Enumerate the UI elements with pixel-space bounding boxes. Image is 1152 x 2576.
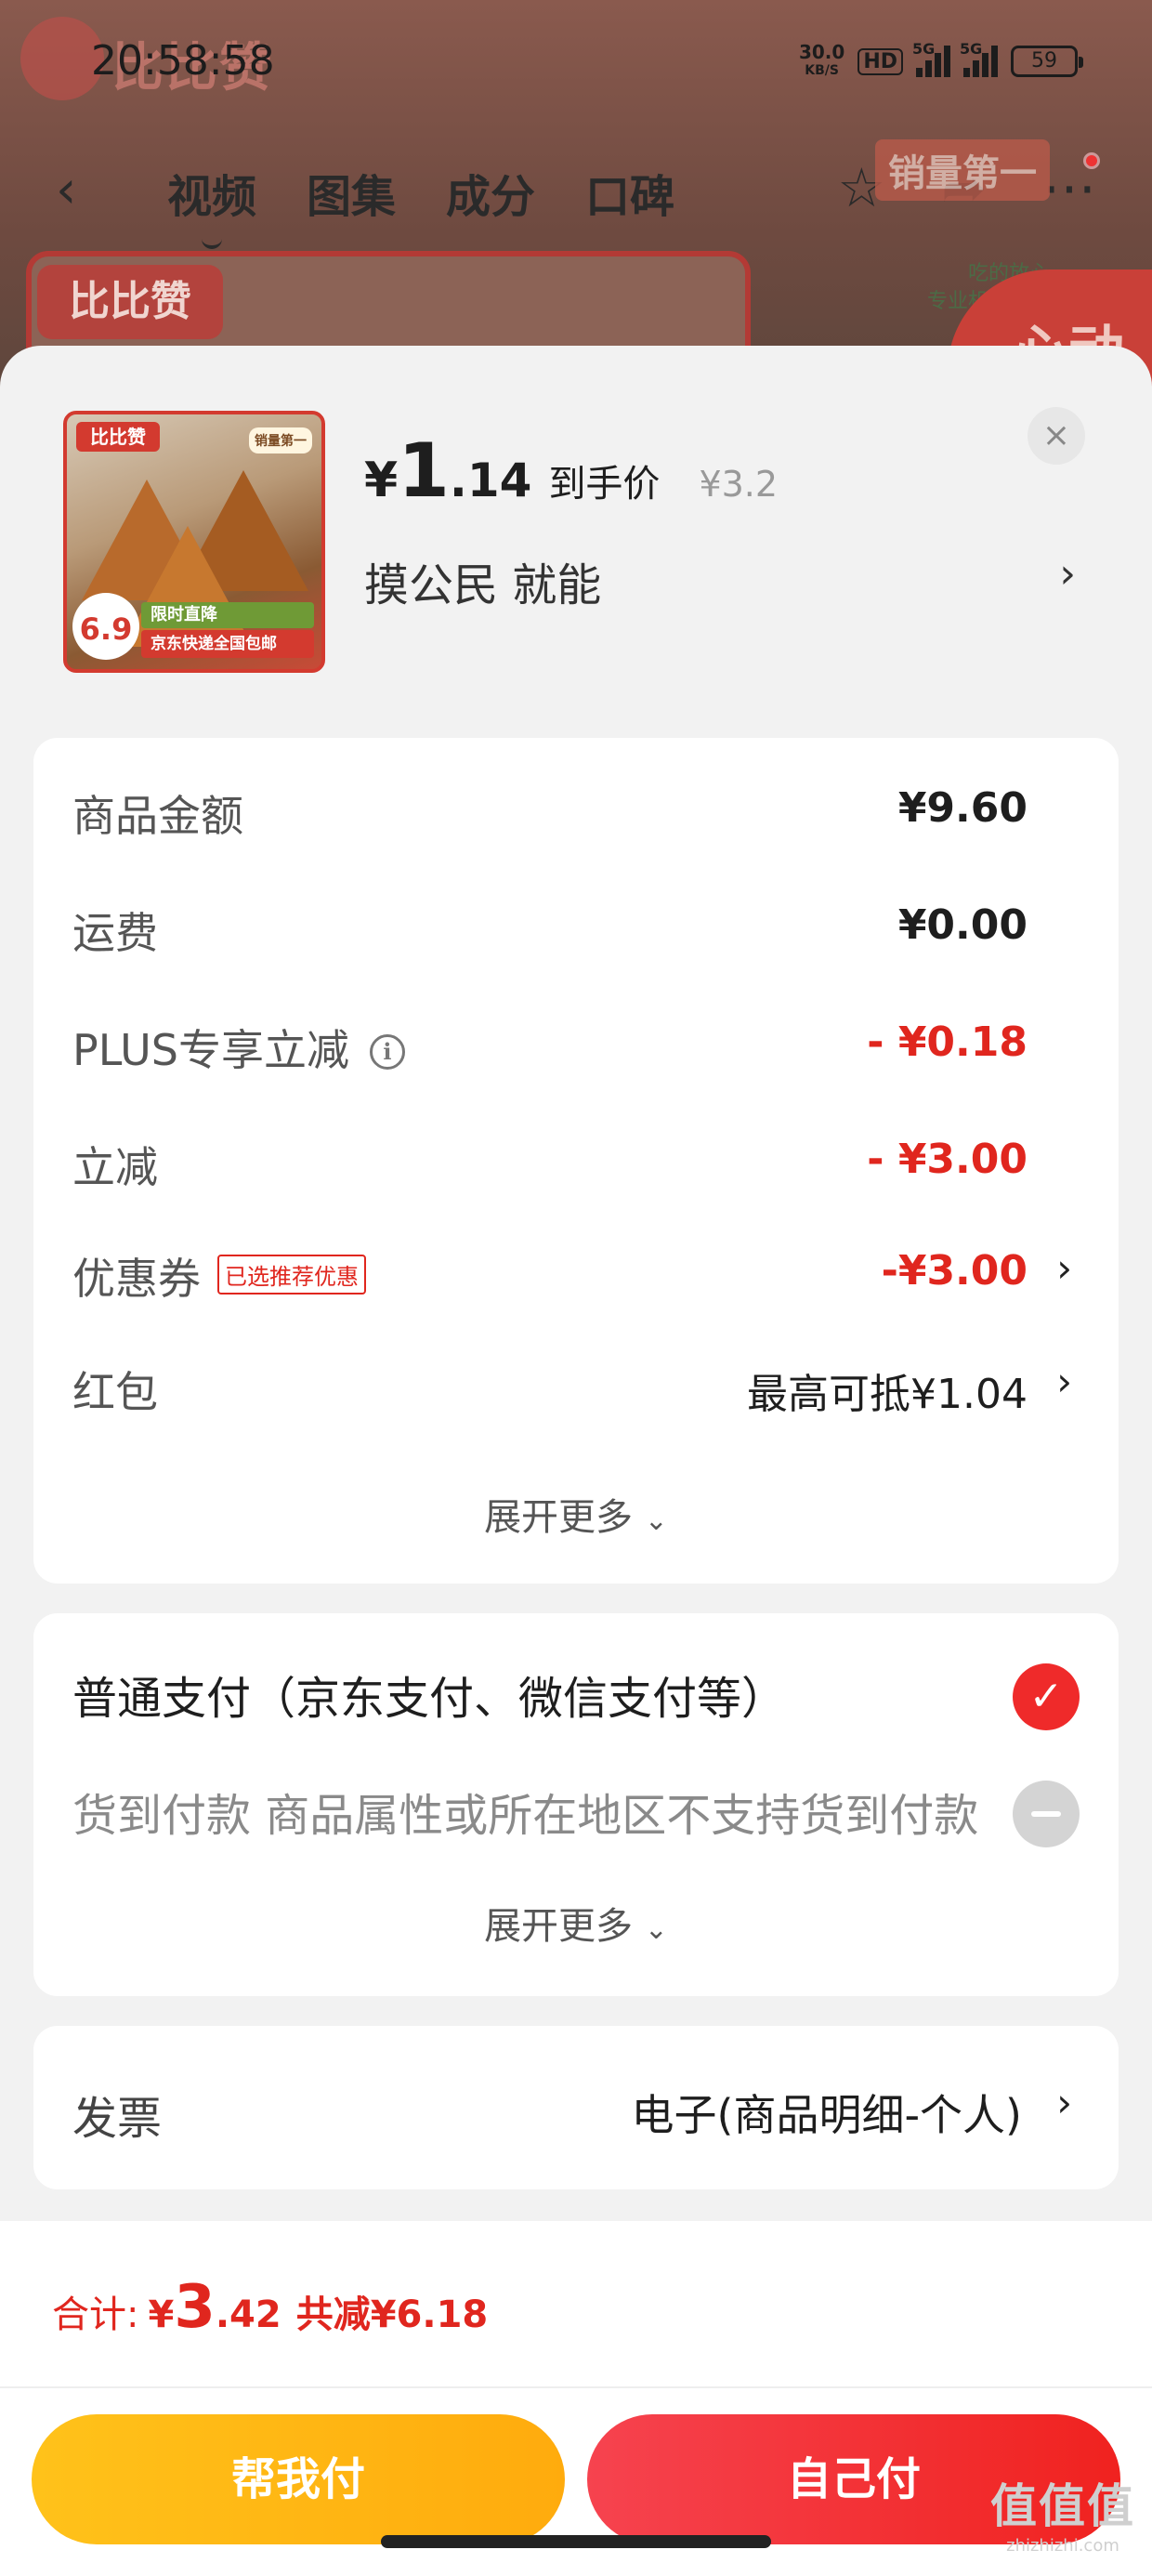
background-page: 比比赞 20:58:58 30.0 KB/S HD 5G 5G 59 ‹ 视频 …: [0, 0, 1152, 418]
row-value: -¥3.00: [881, 1247, 1028, 1295]
chevron-right-icon[interactable]: ›: [1059, 550, 1076, 598]
home-indicator[interactable]: [381, 2535, 771, 2548]
help-pay-button[interactable]: 帮我付: [32, 2414, 565, 2544]
zongzi-shape: [123, 526, 253, 647]
row-value: ¥0.00: [897, 901, 1028, 949]
payment-method-card: 普通支付（京东支付、微信支付等） ✓ 货到付款 商品属性或所在地区不支持货到付款…: [33, 1613, 1119, 1996]
expand-more-button[interactable]: 展开更多 ⌄: [33, 1896, 1119, 1950]
invoice-value: 电子(商品明细-个人): [631, 2090, 1023, 2140]
thumb-band: 限时直降: [141, 602, 314, 628]
info-icon[interactable]: i: [369, 1034, 405, 1070]
status-time: 20:58:58: [91, 37, 275, 85]
tab-gallery[interactable]: 图集: [307, 160, 396, 225]
row-instant-discount: 立减 - ¥3.00: [33, 1123, 1119, 1197]
price-currency: ¥: [364, 453, 399, 508]
price-decimal: .14: [449, 453, 532, 507]
sales-badge: 销量第一: [875, 139, 1050, 201]
total-currency: ¥: [148, 2293, 175, 2336]
payment-option-cod: 货到付款 商品属性或所在地区不支持货到付款: [33, 1764, 1119, 1847]
row-label: 运费: [72, 908, 158, 958]
coupon-tag: 已选推荐优惠: [217, 1255, 366, 1295]
network-speed: 30.0 KB/S: [799, 43, 844, 80]
notification-dot: [1083, 152, 1100, 169]
watermark-sub: zhizhizhi.com: [1006, 2536, 1119, 2556]
network-speed-unit: KB/S: [805, 63, 839, 78]
row-shipping: 运费 ¥0.00: [33, 888, 1119, 963]
signal-icon-2: 5G: [960, 40, 998, 77]
row-coupon[interactable]: 优惠券 已选推荐优惠 -¥3.00 ›: [33, 1234, 1119, 1308]
row-label-text: 优惠券: [72, 1254, 201, 1304]
invoice-card[interactable]: 发票 电子(商品明细-个人) ›: [33, 2026, 1119, 2189]
hd-icon: HD: [857, 47, 903, 75]
tab-ingredients[interactable]: 成分: [446, 160, 535, 225]
chevron-right-icon[interactable]: ›: [1056, 1245, 1072, 1291]
thumb-logo: 比比赞: [76, 422, 160, 452]
expand-more-button[interactable]: 展开更多 ⌄: [33, 1487, 1119, 1541]
row-value: 最高可抵¥1.04: [747, 1371, 1028, 1418]
total-amount: 合计: ¥ 3 .42 共减¥6.18: [52, 2273, 488, 2342]
row-value: - ¥0.18: [867, 1019, 1028, 1066]
tab-reviews[interactable]: 口碑: [585, 160, 674, 225]
payment-option-label: 货到付款 商品属性或所在地区不支持货到付款: [72, 1790, 979, 1842]
invoice-label: 发票: [72, 2093, 163, 2145]
checkout-footer: 合计: ¥ 3 .42 共减¥6.18 帮我付 自己付: [0, 2221, 1152, 2576]
signal-label: 5G: [912, 40, 936, 58]
total-label: 合计:: [52, 2293, 139, 2336]
product-spec[interactable]: 摸公民 就能: [364, 548, 601, 613]
product-header: 比比赞 销量第一 限时直降 京东快递全国包邮 6.9 ¥ 1 .14 到手价 ¥…: [0, 346, 1152, 736]
row-label: 优惠券 已选推荐优惠: [72, 1245, 366, 1307]
payment-option-normal[interactable]: 普通支付（京东支付、微信支付等） ✓: [33, 1647, 1119, 1730]
final-price: ¥ 1 .14 到手价 ¥3.2: [364, 427, 778, 514]
total-integer: 3: [174, 2273, 216, 2342]
background-card-logo: 比比赞: [37, 265, 223, 339]
row-label-text: PLUS专享立减: [72, 1025, 349, 1075]
thumb-band2: 京东快递全国包邮: [141, 630, 314, 658]
battery-icon: 59: [1011, 46, 1083, 77]
row-goods-amount: 商品金额 ¥9.60: [33, 771, 1119, 846]
amount-card: 商品金额 ¥9.60 运费 ¥0.00 PLUS专享立减 i - ¥0.18 立减…: [33, 738, 1119, 1584]
product-image: 比比赞 销量第一 限时直降 京东快递全国包邮 6.9: [63, 411, 325, 673]
chevron-down-icon: ⌄: [644, 1913, 668, 1946]
disabled-icon: [1013, 1781, 1080, 1847]
chevron-right-icon[interactable]: ›: [1056, 2080, 1072, 2125]
back-icon[interactable]: ‹: [56, 160, 76, 220]
close-button[interactable]: ×: [1028, 407, 1085, 465]
price-tag: 到手价: [548, 463, 661, 506]
row-value: - ¥3.00: [867, 1136, 1028, 1183]
watermark-main: 值值值: [990, 2479, 1135, 2533]
row-label: 立减: [72, 1142, 158, 1192]
row-plus-discount: PLUS专享立减 i - ¥0.18: [33, 1005, 1119, 1080]
expand-label: 展开更多: [484, 1496, 634, 1539]
thumb-rank: 销量第一: [249, 427, 312, 453]
row-value: ¥9.60: [897, 784, 1028, 832]
row-label: 红包: [72, 1367, 158, 1417]
original-price: ¥3.2: [699, 464, 779, 505]
status-icons: 30.0 KB/S HD 5G 5G 59: [799, 40, 1083, 80]
tab-video[interactable]: 视频: [167, 160, 256, 249]
chevron-right-icon[interactable]: ›: [1056, 1359, 1072, 1404]
watermark: 值值值 zhizhizhi.com: [990, 2469, 1135, 2556]
row-red-packet[interactable]: 红包 最高可抵¥1.04 ›: [33, 1347, 1119, 1422]
expand-label: 展开更多: [484, 1905, 634, 1948]
status-bar: 20:58:58 30.0 KB/S HD 5G 5G 59: [0, 37, 1152, 102]
row-label: PLUS专享立减 i: [72, 1017, 405, 1078]
total-decimal: .42: [215, 2293, 281, 2336]
payment-sheet: 比比赞 销量第一 限时直降 京东快递全国包邮 6.9 ¥ 1 .14 到手价 ¥…: [0, 346, 1152, 2576]
total-saved: 共减¥6.18: [295, 2293, 489, 2336]
checkmark-icon[interactable]: ✓: [1013, 1663, 1080, 1730]
signal-label-2: 5G: [960, 40, 983, 58]
chevron-down-icon: ⌄: [644, 1505, 668, 1537]
row-label: 商品金额: [72, 791, 243, 841]
price-integer: 1: [398, 427, 450, 514]
thumb-price: 6.9: [72, 593, 139, 660]
media-tabs: 视频 图集 成分 口碑: [167, 160, 674, 249]
payment-option-label: 普通支付（京东支付、微信支付等）: [72, 1673, 787, 1725]
signal-icon: 5G: [912, 40, 950, 77]
network-speed-value: 30.0: [798, 41, 845, 63]
divider: [0, 2386, 1152, 2388]
